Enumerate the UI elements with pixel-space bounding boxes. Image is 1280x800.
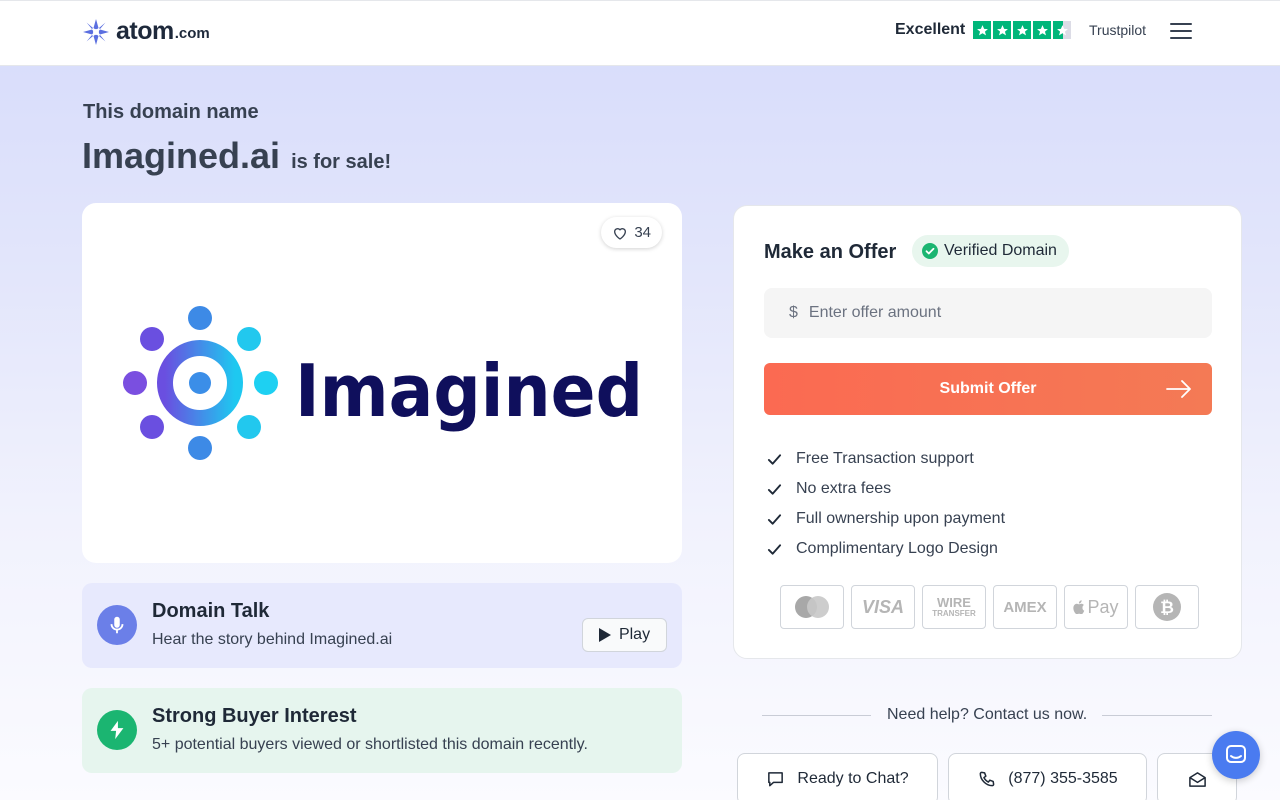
bitcoin-icon: ₿ bbox=[1135, 585, 1199, 629]
amex-icon: AMEX bbox=[993, 585, 1057, 629]
check-circle-icon bbox=[922, 243, 938, 259]
visa-icon: VISA bbox=[851, 585, 915, 629]
live-chat-launcher[interactable] bbox=[1212, 731, 1260, 779]
benefit-label: Free Transaction support bbox=[796, 450, 974, 467]
heart-icon bbox=[614, 227, 627, 240]
divider bbox=[762, 715, 871, 716]
checkmark-icon bbox=[767, 543, 782, 555]
domain-talk-card: Domain Talk Hear the story behind Imagin… bbox=[82, 583, 682, 668]
logo-tld: .com bbox=[174, 25, 210, 42]
checkmark-icon bbox=[767, 483, 782, 495]
make-offer-card: Make an Offer Verified Domain $ Submit O… bbox=[733, 205, 1242, 659]
half-star-icon bbox=[1053, 21, 1072, 39]
benefits-list: Free Transaction support No extra fees F… bbox=[767, 444, 1005, 564]
domain-logo-card: 34 Imagined bbox=[82, 203, 682, 563]
chat-icon bbox=[1226, 745, 1246, 763]
currency-symbol: $ bbox=[789, 304, 798, 321]
trustpilot-brand[interactable]: Trustpilot bbox=[1089, 22, 1146, 38]
buyer-interest-card: Strong Buyer Interest 5+ potential buyer… bbox=[82, 688, 682, 773]
hamburger-menu-icon[interactable] bbox=[1170, 23, 1192, 43]
arrow-right-icon bbox=[1166, 380, 1191, 398]
play-button[interactable]: Play bbox=[582, 618, 667, 652]
for-sale-text: is for sale! bbox=[291, 151, 392, 173]
submit-offer-button[interactable]: Submit Offer bbox=[764, 363, 1212, 415]
logo-wordmark: atom bbox=[116, 17, 174, 45]
checkmark-icon bbox=[767, 453, 782, 465]
trust-stars bbox=[973, 21, 1072, 39]
offer-amount-field[interactable]: $ bbox=[764, 288, 1212, 338]
star-icon bbox=[1013, 21, 1032, 39]
benefit-label: Complimentary Logo Design bbox=[796, 540, 998, 557]
divider bbox=[1102, 715, 1212, 716]
phone-button[interactable]: (877) 355-3585 bbox=[948, 753, 1147, 800]
eyebrow-text: This domain name bbox=[83, 101, 259, 123]
star-icon bbox=[973, 21, 992, 39]
verified-label: Verified Domain bbox=[944, 242, 1057, 259]
lightning-icon bbox=[97, 710, 137, 750]
star-icon bbox=[1033, 21, 1052, 39]
microphone-icon bbox=[97, 605, 137, 645]
atom-star-icon bbox=[83, 18, 109, 45]
benefit-label: No extra fees bbox=[796, 480, 892, 497]
like-button[interactable]: 34 bbox=[601, 217, 662, 248]
play-icon bbox=[598, 628, 611, 642]
benefit-item: Full ownership upon payment bbox=[767, 504, 1005, 534]
domain-name: Imagined.ai bbox=[82, 135, 281, 176]
buyer-interest-title: Strong Buyer Interest bbox=[152, 705, 357, 727]
like-count: 34 bbox=[634, 224, 651, 241]
benefit-item: No extra fees bbox=[767, 474, 1005, 504]
chat-bubble-icon bbox=[768, 771, 784, 786]
svg-text:₿: ₿ bbox=[1160, 598, 1174, 618]
mastercard-icon bbox=[780, 585, 844, 629]
help-text: Need help? Contact us now. bbox=[887, 706, 1088, 723]
site-header: atom .com Excellent Trustpilot bbox=[0, 0, 1280, 66]
atom-logo[interactable]: atom .com bbox=[82, 17, 210, 46]
payment-methods: VISA WIRE TRANSFER AMEX Pay ₿ bbox=[780, 585, 1199, 629]
domain-talk-title: Domain Talk bbox=[152, 600, 270, 622]
domain-talk-subtitle: Hear the story behind Imagined.ai bbox=[152, 631, 393, 648]
buyer-interest-subtitle: 5+ potential buyers viewed or shortliste… bbox=[152, 736, 588, 753]
benefit-label: Full ownership upon payment bbox=[796, 510, 1006, 527]
trustpilot-rating[interactable]: Excellent bbox=[895, 21, 1072, 39]
star-icon bbox=[993, 21, 1012, 39]
page-title: Imagined.ai is for sale! bbox=[82, 135, 391, 177]
imagined-brand-logo: Imagined bbox=[123, 306, 643, 460]
chat-button[interactable]: Ready to Chat? bbox=[737, 753, 938, 800]
submit-offer-label: Submit Offer bbox=[939, 380, 1037, 397]
chat-label: Ready to Chat? bbox=[797, 770, 909, 787]
mail-open-icon bbox=[1188, 771, 1206, 787]
phone-number: (877) 355-3585 bbox=[1008, 770, 1118, 787]
wire-transfer-icon: WIRE TRANSFER bbox=[922, 585, 986, 629]
benefit-item: Complimentary Logo Design bbox=[767, 534, 1005, 564]
offer-title: Make an Offer bbox=[764, 241, 897, 263]
trust-label: Excellent bbox=[895, 21, 966, 38]
offer-amount-input[interactable] bbox=[808, 304, 1189, 322]
phone-icon bbox=[979, 771, 995, 786]
checkmark-icon bbox=[767, 513, 782, 525]
play-label: Play bbox=[618, 626, 651, 643]
verified-domain-badge: Verified Domain bbox=[912, 235, 1069, 267]
brand-wordmark: Imagined bbox=[295, 349, 643, 433]
apple-pay-icon: Pay bbox=[1064, 585, 1128, 629]
benefit-item: Free Transaction support bbox=[767, 444, 1005, 474]
